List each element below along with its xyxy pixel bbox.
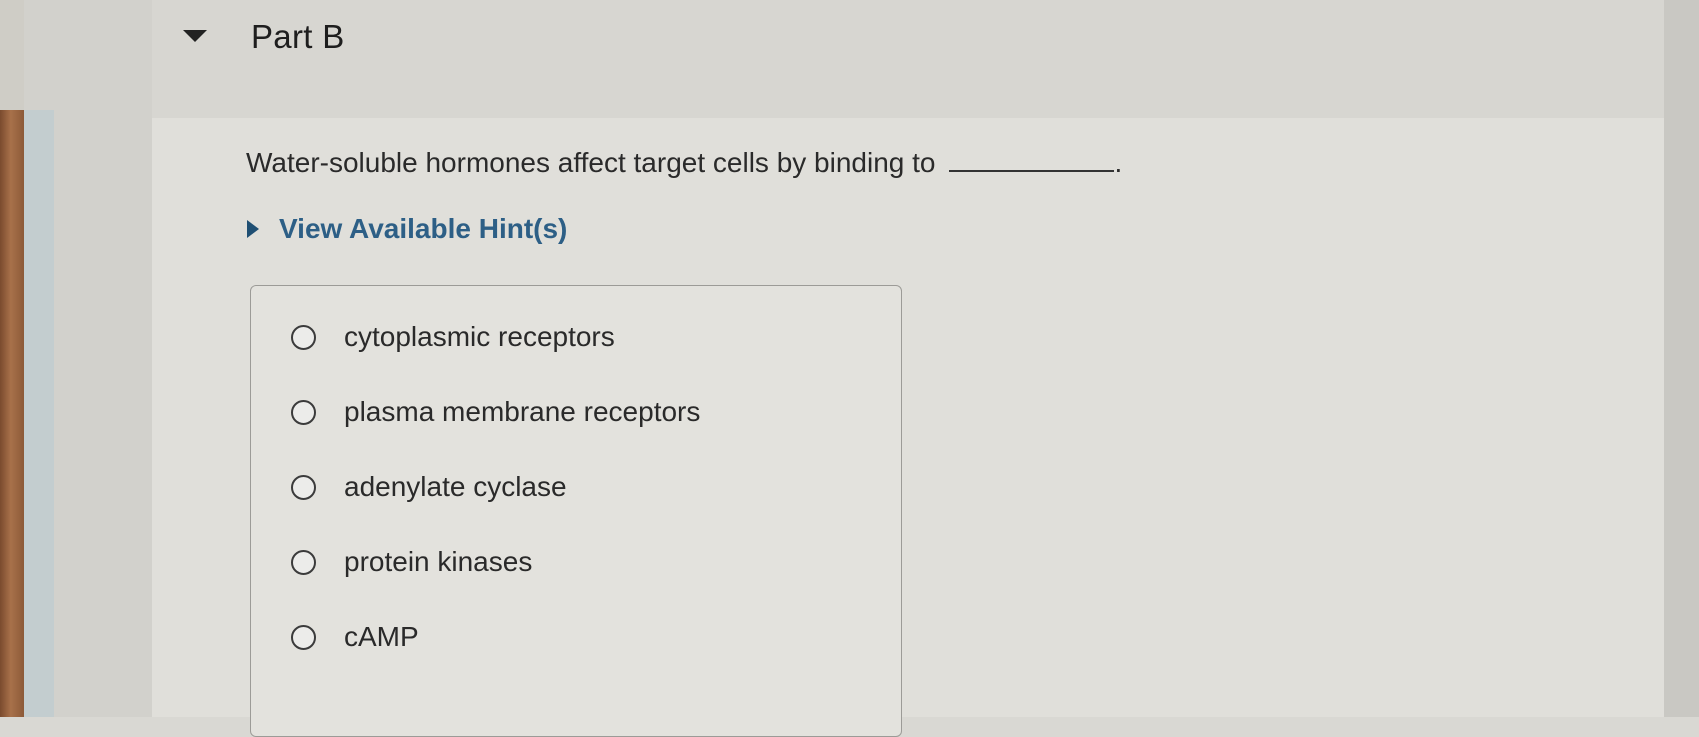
view-hints-toggle[interactable]: View Available Hint(s) [247,213,567,245]
option-label: cAMP [344,621,419,652]
option-label: plasma membrane receptors [344,396,701,427]
option-adenylate-cyclase[interactable]: adenylate cyclase [291,471,567,503]
caret-down-icon[interactable] [183,30,207,42]
left-margin [24,0,152,717]
answer-blank [949,144,1115,172]
question-text: Water-soluble hormones affect target cel… [246,144,1122,179]
radio-button[interactable] [291,474,316,500]
radio-button[interactable] [291,399,316,425]
question-part: Part B Water-soluble hormones affect tar… [152,0,1664,737]
right-margin [1664,0,1699,717]
option-label: protein kinases [344,546,533,577]
option-cytoplasmic-receptors[interactable]: cytoplasmic receptors [291,321,615,353]
caret-right-icon [247,220,259,238]
option-plasma-membrane-receptors[interactable]: plasma membrane receptors [291,396,700,428]
question-period: . [1114,147,1123,178]
answer-choices: cytoplasmic receptors plasma membrane re… [250,285,902,737]
option-camp[interactable]: cAMP [291,621,419,653]
view-hints-label: View Available Hint(s) [279,213,568,244]
radio-button[interactable] [291,549,316,575]
option-label: cytoplasmic receptors [344,321,615,352]
question-prompt: Water-soluble hormones affect target cel… [246,147,936,178]
part-title: Part B [251,18,345,55]
radio-button[interactable] [291,324,316,350]
background-edge [0,0,24,717]
part-header: Part B [152,0,1664,118]
left-panel-edge [24,110,54,717]
option-label: adenylate cyclase [344,471,567,502]
background-edge-light [0,0,24,110]
radio-button[interactable] [291,624,316,650]
option-protein-kinases[interactable]: protein kinases [291,546,532,578]
